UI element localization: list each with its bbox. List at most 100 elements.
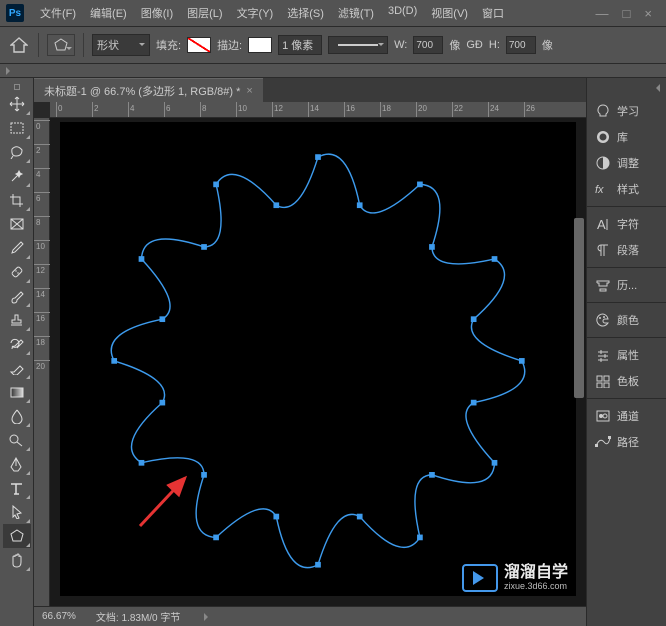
link-wh[interactable]: GĐ [466, 39, 483, 51]
artboard[interactable] [60, 122, 576, 596]
stroke-style-select[interactable] [328, 36, 388, 54]
window-maximize[interactable]: □ [623, 6, 631, 21]
toolbox-columns-toggle[interactable] [14, 84, 20, 90]
menu-file[interactable]: 文件(F) [34, 1, 82, 25]
watermark: 溜溜自学 zixue.3d66.com [462, 564, 568, 592]
window-close[interactable]: × [644, 6, 652, 21]
panel-fx[interactable]: fx 样式 [587, 176, 666, 202]
tool-pen[interactable] [3, 452, 31, 476]
panel-swatches[interactable]: 色板 [587, 368, 666, 394]
scrollbar-vertical[interactable] [574, 218, 584, 398]
menu-window[interactable]: 窗口 [476, 1, 510, 25]
document-tab[interactable]: 未标题-1 @ 66.7% (多边形 1, RGB/8#) * × [34, 78, 263, 102]
palette-icon [595, 312, 611, 328]
tool-lasso[interactable] [3, 140, 31, 164]
tool-crop[interactable] [3, 188, 31, 212]
menu-type[interactable]: 文字(Y) [231, 1, 280, 25]
svg-text:A: A [597, 217, 606, 231]
menu-image[interactable]: 图像(I) [135, 1, 179, 25]
height-label: H: [489, 39, 500, 51]
tool-frame[interactable] [3, 212, 31, 236]
tool-stamp[interactable] [3, 308, 31, 332]
menu-filter[interactable]: 滤镜(T) [332, 1, 380, 25]
app-logo: Ps [6, 4, 24, 22]
panel-props[interactable]: 属性 [587, 342, 666, 368]
tool-mode-select[interactable]: 形状 [92, 34, 150, 56]
panel-lightbulb[interactable]: 学习 [587, 98, 666, 124]
stroke-swatch[interactable] [248, 37, 272, 53]
home-icon[interactable] [8, 34, 30, 56]
menu-edit[interactable]: 编辑(E) [84, 1, 133, 25]
watermark-url: zixue.3d66.com [504, 582, 568, 592]
fx-icon: fx [595, 181, 611, 197]
ruler-vertical[interactable]: 02468101214161820 [34, 118, 50, 606]
props-icon [595, 347, 611, 363]
canvas[interactable] [50, 118, 586, 606]
doc-info[interactable]: 文档: 1.83M/0 字节 [96, 609, 180, 624]
panel-palette[interactable]: 颜色 [587, 307, 666, 333]
panel-dock: 学习库调整 fx 样式 A字符段落历... 颜色属性色板通道路径 [586, 78, 666, 626]
menu-select[interactable]: 选择(S) [281, 1, 330, 25]
panel-paths[interactable]: 路径 [587, 429, 666, 455]
tool-shape[interactable] [3, 524, 31, 548]
tool-wand[interactable] [3, 164, 31, 188]
panel-label: 库 [617, 129, 628, 145]
fill-swatch[interactable] [187, 37, 211, 53]
panel-para[interactable]: 段落 [587, 237, 666, 263]
tool-dodge[interactable] [3, 428, 31, 452]
char-icon: A [595, 216, 611, 232]
tool-hand[interactable] [3, 548, 31, 572]
stroke-width-input[interactable] [278, 35, 322, 55]
lightbulb-icon [595, 103, 611, 119]
status-menu-icon[interactable] [204, 613, 212, 621]
tool-marquee[interactable] [3, 116, 31, 140]
svg-text:fx: fx [595, 184, 604, 196]
collapse-panels-icon[interactable] [652, 84, 660, 92]
tool-preset-picker[interactable] [47, 34, 75, 56]
tool-path-select[interactable] [3, 500, 31, 524]
panel-cc[interactable]: 库 [587, 124, 666, 150]
panel-channels[interactable]: 通道 [587, 403, 666, 429]
panel-label: 色板 [617, 373, 639, 389]
width-label: W: [394, 39, 407, 51]
panel-label: 段落 [617, 242, 639, 258]
tool-blur[interactable] [3, 404, 31, 428]
zoom-level[interactable]: 66.67% [42, 611, 76, 622]
watermark-title: 溜溜自学 [504, 564, 568, 582]
width-input[interactable] [413, 36, 443, 54]
panel-label: 属性 [617, 347, 639, 363]
panel-label: 样式 [617, 181, 639, 197]
para-icon [595, 242, 611, 258]
height-unit: 像 [542, 37, 553, 53]
width-unit: 像 [449, 37, 460, 53]
polygon-shape[interactable] [60, 122, 576, 596]
tool-history-brush[interactable] [3, 332, 31, 356]
adjust-icon [595, 155, 611, 171]
height-input[interactable] [506, 36, 536, 54]
panel-char[interactable]: A字符 [587, 211, 666, 237]
menu-3d[interactable]: 3D(D) [382, 1, 423, 25]
panel-adjust[interactable]: 调整 [587, 150, 666, 176]
tool-gradient[interactable] [3, 380, 31, 404]
status-bar: 66.67% 文档: 1.83M/0 字节 [34, 606, 586, 626]
menu-bar: 文件(F) 编辑(E) 图像(I) 图层(L) 文字(Y) 选择(S) 滤镜(T… [34, 1, 510, 25]
expand-icon[interactable] [6, 67, 14, 75]
options-bar: 形状 填充: 描边: W: 像 GĐ H: 像 [0, 26, 666, 64]
window-minimize[interactable]: — [596, 6, 609, 21]
history-icon [595, 277, 611, 293]
menu-layer[interactable]: 图层(L) [181, 1, 228, 25]
panel-label: 路径 [617, 434, 639, 450]
close-tab-icon[interactable]: × [246, 85, 252, 97]
tool-brush[interactable] [3, 284, 31, 308]
channels-icon [595, 408, 611, 424]
tool-type[interactable] [3, 476, 31, 500]
ruler-horizontal[interactable]: 02468101214161820222426 [50, 102, 586, 118]
menu-view[interactable]: 视图(V) [425, 1, 474, 25]
document-tab-title: 未标题-1 @ 66.7% (多边形 1, RGB/8#) * [44, 83, 240, 99]
tool-eyedrop[interactable] [3, 236, 31, 260]
tool-heal[interactable] [3, 260, 31, 284]
watermark-play-icon [462, 564, 498, 592]
tool-eraser[interactable] [3, 356, 31, 380]
tool-move[interactable] [3, 92, 31, 116]
panel-history[interactable]: 历... [587, 272, 666, 298]
